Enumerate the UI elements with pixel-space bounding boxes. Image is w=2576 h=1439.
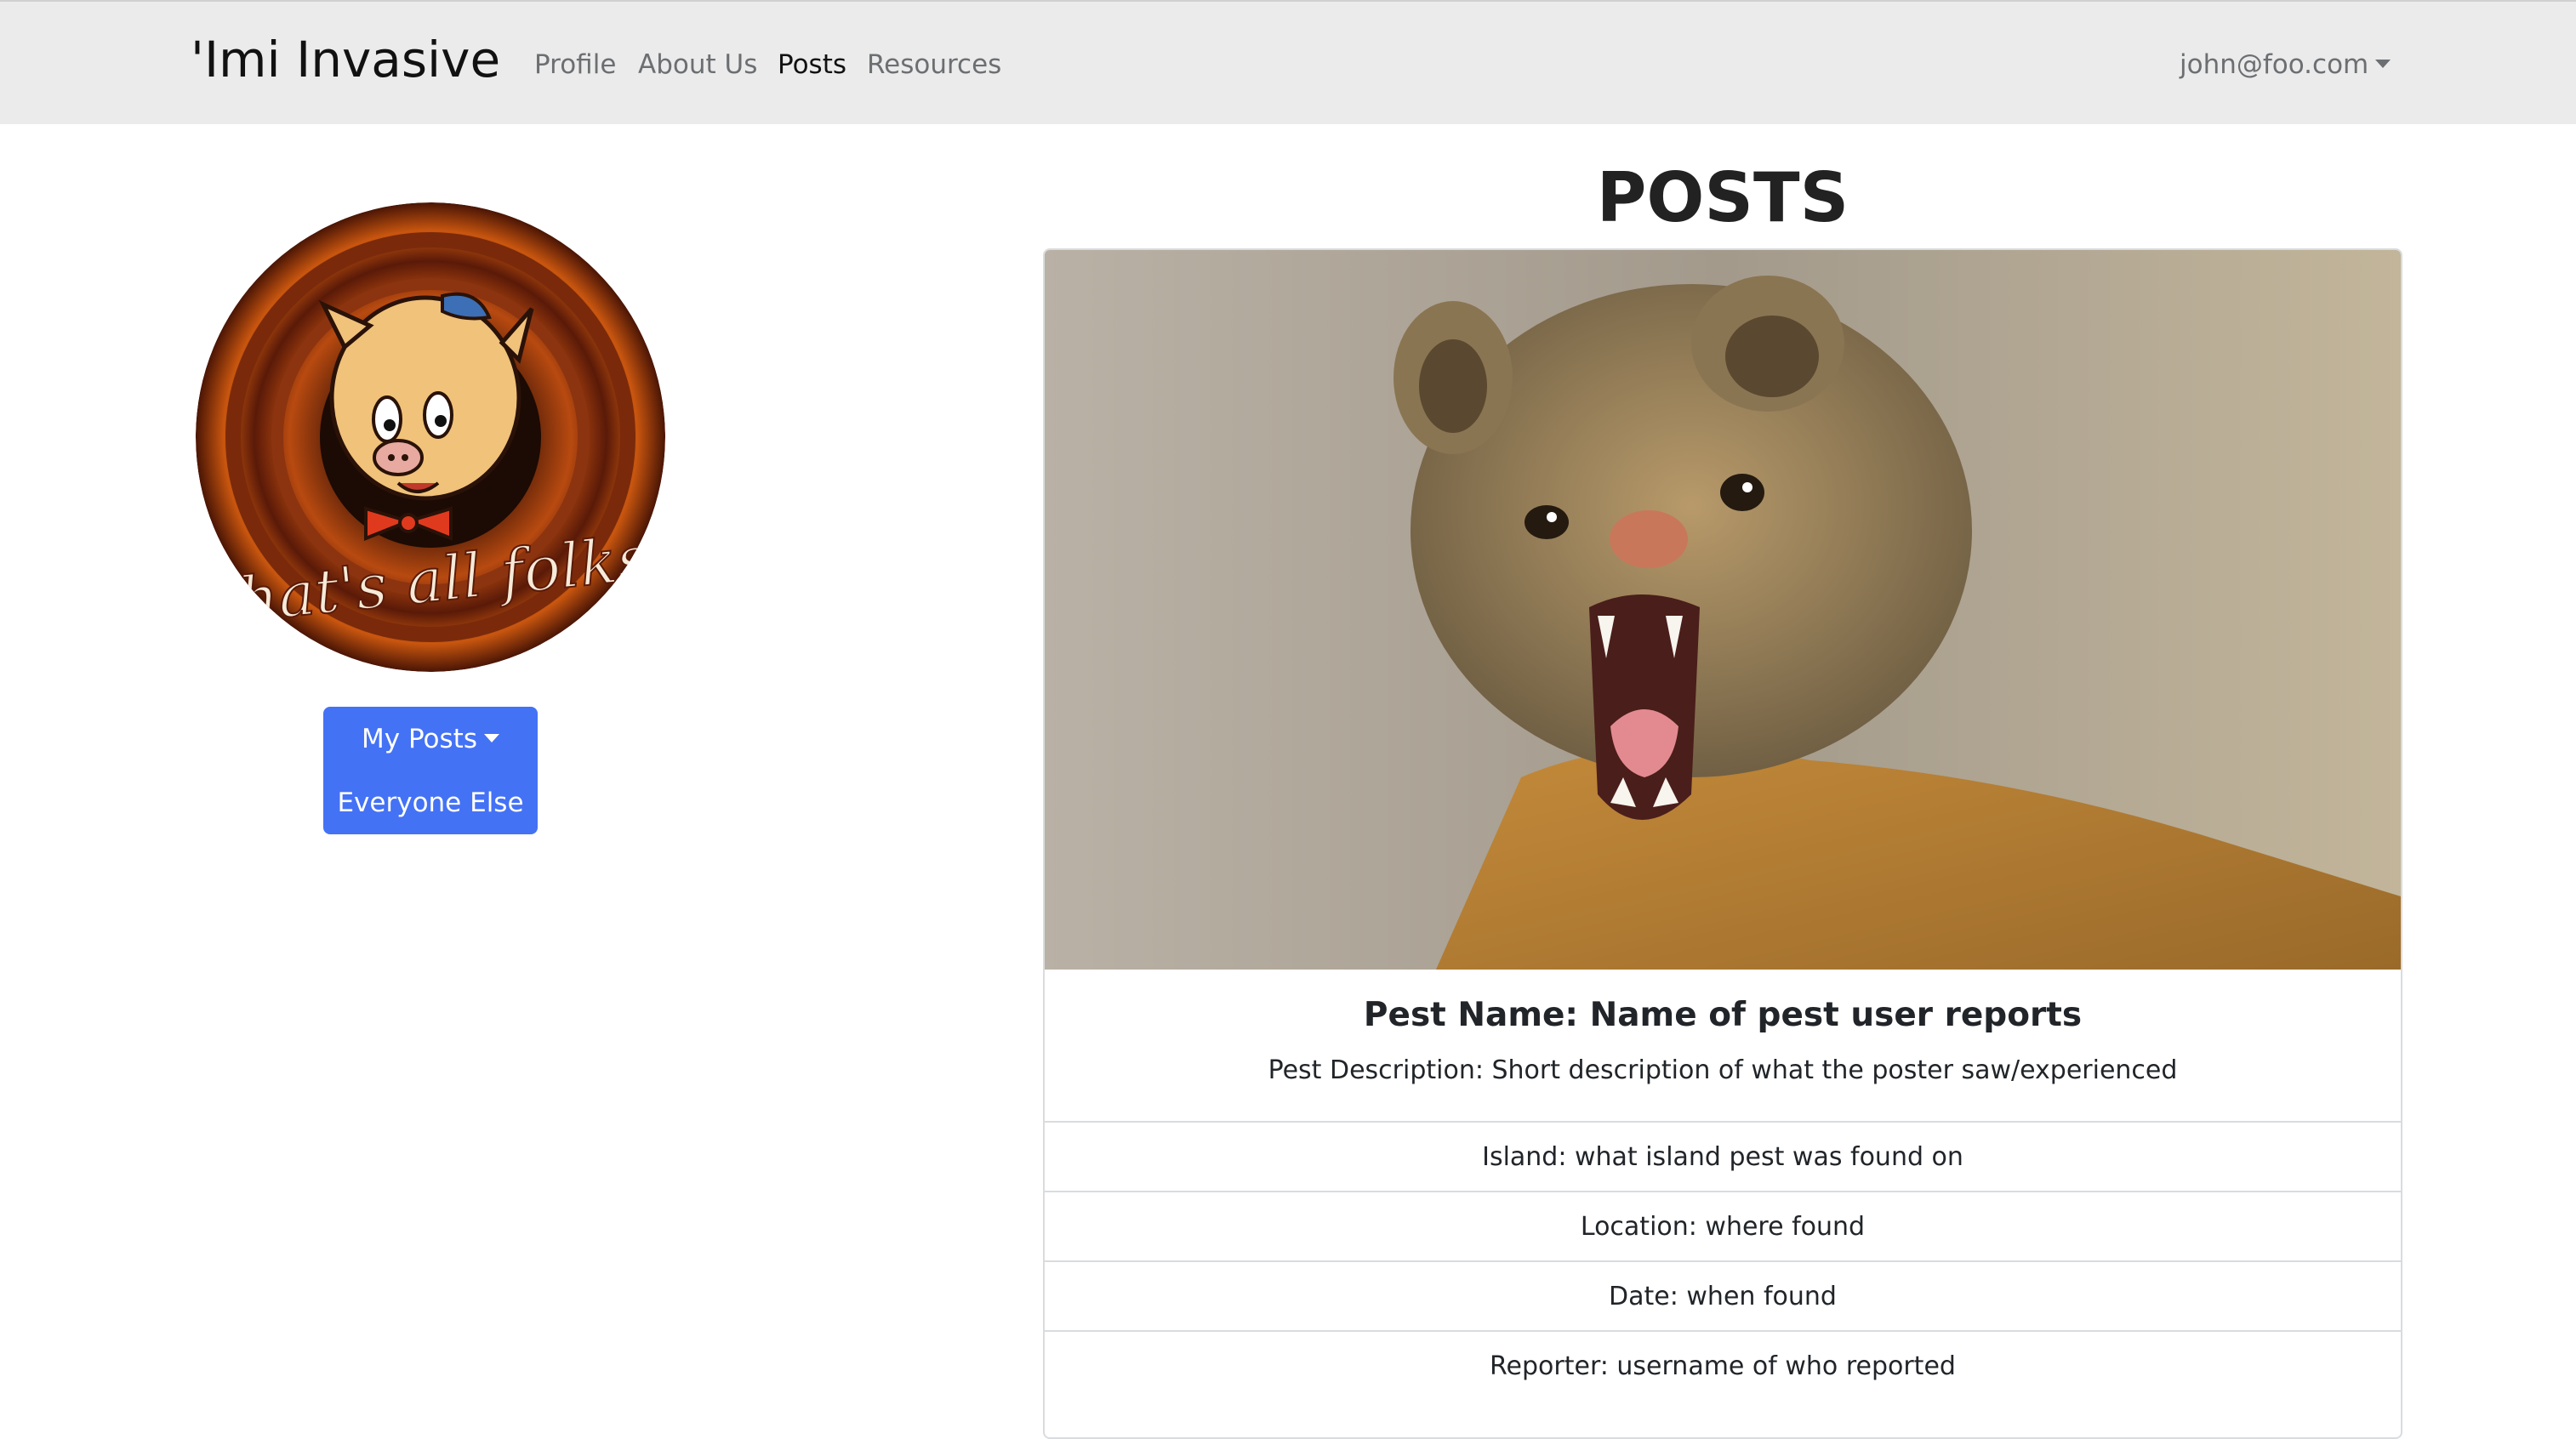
everyone-else-label: Everyone Else — [337, 788, 524, 818]
nav-link-about-us[interactable]: About Us — [638, 44, 757, 85]
post-title: Pest Name: Name of pest user reports — [1363, 996, 2083, 1034]
profile-avatar: That's all folks — [196, 202, 665, 672]
brand-logo[interactable]: 'Imi Invasive — [191, 26, 500, 94]
post-card: Pest Name: Name of pest user reports Pes… — [1043, 248, 2402, 1439]
caret-down-icon — [483, 733, 499, 742]
user-menu-dropdown[interactable]: john@foo.com — [2180, 44, 2391, 85]
post-detail-island: Island: what island pest was found on — [1045, 1121, 2401, 1191]
post-description: Pest Description: Short description of w… — [1268, 1055, 2178, 1085]
top-navbar: 'Imi Invasive Profile About Us Posts Res… — [0, 0, 2576, 124]
post-detail-location: Location: where found — [1045, 1191, 2401, 1260]
nav-link-profile[interactable]: Profile — [534, 44, 616, 85]
my-posts-label: My Posts — [362, 724, 477, 754]
post-details-list: Island: what island pest was found on Lo… — [1045, 1121, 2401, 1400]
caret-down-icon — [2375, 59, 2391, 68]
user-email: john@foo.com — [2180, 49, 2369, 80]
my-posts-dropdown-button[interactable]: My Posts — [323, 707, 538, 771]
post-detail-date: Date: when found — [1045, 1260, 2401, 1330]
post-detail-reporter: Reporter: username of who reported — [1045, 1330, 2401, 1400]
post-image — [1045, 250, 2401, 970]
nav-link-resources[interactable]: Resources — [867, 44, 1001, 85]
page-title: POSTS — [1596, 158, 1849, 237]
everyone-else-button[interactable]: Everyone Else — [323, 771, 538, 834]
nav-link-posts[interactable]: Posts — [778, 44, 846, 85]
